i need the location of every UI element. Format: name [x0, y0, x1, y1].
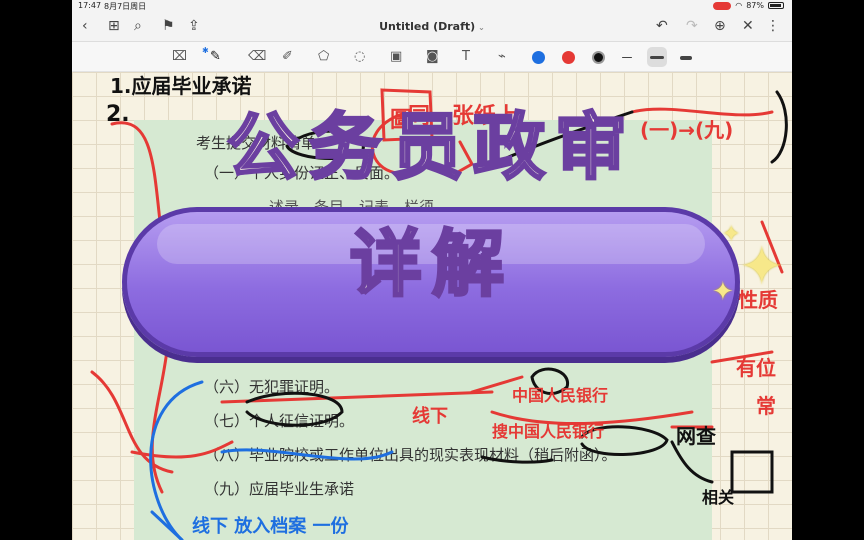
doc-item-9: （九）应届毕业生承诺 — [204, 480, 355, 498]
status-time: 17:47 — [78, 1, 102, 10]
chevron-down-icon: ⌄ — [478, 23, 485, 32]
navigation-bar: ‹ ⊞ ⌕ ⚑ ⇪ Untitled (Draft) ⌄ ↶ ↷ ⊕ ✕ ⋮ — [72, 12, 792, 42]
shape-icon[interactable]: ⬠ — [318, 49, 329, 64]
drawing-toolbar: ⌧ ✱ ✎ ⌫ ✐ ⬠ ◌ ▣ ◙ T ⌁ — [72, 42, 792, 72]
reader-icon[interactable]: ⌧ — [172, 49, 187, 64]
note-offline: 线下 — [412, 406, 448, 427]
note-bottom: 线下 放入档案 一份 — [192, 516, 349, 537]
camera-icon[interactable]: ◙ — [426, 49, 439, 64]
status-date: 8月7日周日 — [104, 2, 147, 11]
note-related: 相关 — [702, 488, 735, 507]
document-title[interactable]: Untitled (Draft) ⌄ — [72, 20, 792, 33]
doc-item-8: （八）毕业院校或工作单位出具的现实表现材料（稍后附函）。 — [204, 446, 617, 464]
eraser-icon[interactable]: ⌫ — [248, 49, 266, 64]
laser-pointer-icon[interactable]: ⌁ — [498, 49, 506, 64]
image-icon[interactable]: ▣ — [390, 49, 402, 64]
stroke-medium[interactable] — [650, 56, 664, 59]
note-regular: 常 — [756, 394, 776, 418]
color-red[interactable] — [562, 51, 575, 64]
undo-icon[interactable]: ↶ — [656, 18, 668, 34]
wifi-icon: ◠ — [735, 1, 743, 10]
note-query: 搜中国人民银行 — [492, 422, 605, 441]
text-tool-icon[interactable]: T — [462, 49, 470, 64]
banner-title-line2: 详解 — [348, 220, 514, 308]
status-right: ◠ 87% — [713, 1, 784, 10]
lasso-icon[interactable]: ◌ — [354, 49, 365, 64]
recording-indicator — [713, 1, 732, 10]
color-blue[interactable] — [532, 51, 545, 64]
battery-icon — [768, 2, 784, 9]
add-page-icon[interactable]: ⊕ — [714, 18, 726, 34]
note-online: 网查 — [676, 424, 716, 448]
bluetooth-icon: ✱ — [202, 46, 209, 55]
battery-percent: 87% — [746, 1, 764, 10]
doc-item-6: （六）无犯罪证明。 — [204, 378, 340, 396]
pen-tool-icon[interactable]: ✎ — [210, 49, 221, 64]
highlighter-icon[interactable]: ✐ — [282, 49, 293, 64]
stroke-thick[interactable] — [680, 56, 692, 60]
note-position: 有位 — [736, 356, 776, 380]
note-bank: 中国人民银行 — [512, 386, 609, 405]
stroke-thin[interactable] — [622, 57, 632, 58]
banner-title-line1: 公务员政审 — [225, 103, 637, 191]
redo-icon[interactable]: ↷ — [686, 18, 698, 34]
ipad-screen: 17:47 8月7日周日 ◠ 87% ‹ ⊞ ⌕ ⚑ ⇪ Untitled (D… — [72, 0, 792, 540]
status-bar: 17:47 8月7日周日 ◠ 87% — [72, 0, 792, 12]
doc-item-7: （七）个人征信证明。 — [204, 412, 355, 430]
color-black-selected[interactable] — [592, 51, 605, 64]
document-title-text: Untitled (Draft) — [379, 20, 476, 33]
more-icon[interactable]: ⋮ — [766, 18, 780, 34]
close-icon[interactable]: ✕ — [742, 18, 754, 34]
